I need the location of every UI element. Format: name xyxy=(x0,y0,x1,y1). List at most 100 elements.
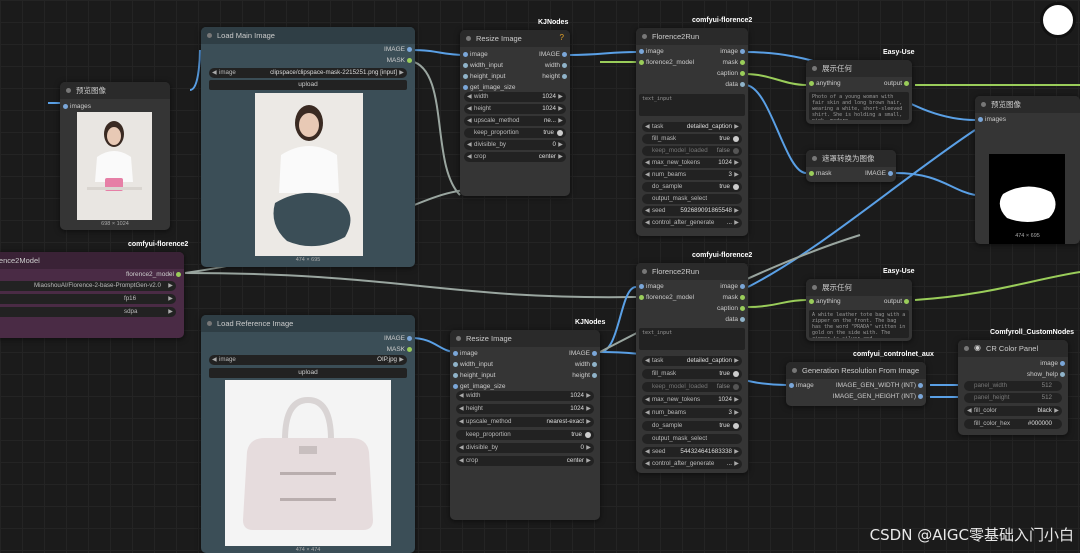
load-main-image-node[interactable]: Load Main Image IMAGE MASK ◀ image clips… xyxy=(201,27,415,267)
model-select[interactable]: ◀MiaoshouAI/Florence-2-base-PromptGen-v2… xyxy=(0,281,176,291)
do-sample-toggle[interactable]: do_sample true xyxy=(642,182,742,192)
width-input[interactable]: width_input xyxy=(463,60,503,71)
mask-output[interactable]: mask xyxy=(722,292,745,303)
caption-output[interactable]: caption xyxy=(717,303,745,314)
mask-output[interactable]: MASK xyxy=(387,55,413,66)
node-title[interactable]: 预览图像 xyxy=(975,96,1080,113)
florence2-run-node-1[interactable]: Florence2Run image florence2_model image… xyxy=(636,28,748,236)
num-beams-widget[interactable]: ◀ num_beams 3 ▶ xyxy=(642,170,742,180)
node-title[interactable]: Resize Image xyxy=(450,330,600,347)
upload-button[interactable]: upload xyxy=(209,80,407,90)
node-title[interactable]: Florence2Run xyxy=(636,263,748,280)
keep-model-loaded-toggle[interactable]: keep_model_loaded false xyxy=(642,146,742,156)
florence2-run-node-2[interactable]: Florence2Run image florence2_model image… xyxy=(636,263,748,473)
node-title[interactable]: Florence2Run xyxy=(636,28,748,45)
anything-input[interactable]: anything xyxy=(809,296,841,307)
help-icon[interactable]: ? xyxy=(560,33,564,42)
precision-select[interactable]: ◀fp16▶ xyxy=(0,294,176,304)
height-output[interactable]: height xyxy=(572,370,597,381)
height-widget[interactable]: ◀ height 1024 ▶ xyxy=(456,404,594,414)
show-anything-node-1[interactable]: 展示任何 anything output Photo of a young wo… xyxy=(806,60,912,124)
show-anything-node-2[interactable]: 展示任何 anything output A white leather tot… xyxy=(806,279,912,341)
data-output[interactable]: data xyxy=(725,79,745,90)
node-title[interactable]: Florence2Model xyxy=(0,252,184,269)
height-input[interactable]: height_input xyxy=(462,71,505,82)
image-input[interactable]: image xyxy=(453,348,478,359)
node-title[interactable]: 预览图像 xyxy=(60,82,170,99)
num-beams-widget[interactable]: ◀ num_beams 3 ▶ xyxy=(642,408,742,418)
image-output[interactable]: IMAGE xyxy=(384,333,412,344)
height-widget[interactable]: ◀ height 1024 ▶ xyxy=(464,104,566,114)
text-input-area[interactable]: text_input xyxy=(639,94,745,116)
seed-widget[interactable]: ◀ seed 592689091865548 ▶ xyxy=(642,206,742,216)
right-arrow-icon[interactable]: ▶ xyxy=(399,68,404,78)
task-widget[interactable]: ◀ task detailed_caption ▶ xyxy=(642,122,742,132)
task-widget[interactable]: ◀ task detailed_caption ▶ xyxy=(642,356,742,366)
crop-widget[interactable]: ◀ crop center ▶ xyxy=(456,456,594,466)
output-mask-select-widget[interactable]: output_mask_select xyxy=(642,194,742,204)
divisible-by-widget[interactable]: ◀ divisible_by 0 ▶ xyxy=(464,140,566,150)
fill-color-hex-widget[interactable]: fill_color_hex #000000 xyxy=(964,419,1062,429)
florence2-model-output[interactable]: florence2_model xyxy=(126,269,182,280)
mask-output[interactable]: MASK xyxy=(387,344,413,355)
load-reference-image-node[interactable]: Load Reference Image IMAGE MASK ◀ image OI… xyxy=(201,315,415,553)
width-input[interactable]: width_input xyxy=(453,359,493,370)
fill-color-select[interactable]: ◀ fill_color black ▶ xyxy=(964,406,1062,416)
caption-output[interactable]: caption xyxy=(717,68,745,79)
image-output[interactable]: IMAGE xyxy=(569,348,597,359)
max-new-tokens-widget[interactable]: ◀ max_new_tokens 1024 ▶ xyxy=(642,158,742,168)
mask-to-image-node[interactable]: 遮罩转换为图像 mask IMAGE xyxy=(806,150,896,182)
control-after-generate-widget[interactable]: ◀ control_after_generate... ▶ xyxy=(642,218,742,228)
keep-proportion-toggle[interactable]: keep_proportion true xyxy=(464,128,566,138)
upscale-method-widget[interactable]: ◀ upscale_method nearest-exact ▶ xyxy=(456,417,594,427)
node-title[interactable]: Resize Image xyxy=(460,30,570,47)
height-output[interactable]: height xyxy=(542,71,567,82)
image-output[interactable]: IMAGE xyxy=(865,168,893,179)
image-output[interactable]: image xyxy=(720,281,745,292)
florence2-model-input[interactable]: florence2_model xyxy=(638,57,694,68)
fill-mask-toggle[interactable]: fill_mask true xyxy=(642,369,742,379)
width-output[interactable]: width xyxy=(575,359,598,370)
keep-model-loaded-toggle[interactable]: keep_model_loaded false xyxy=(642,382,742,392)
panel-height-widget[interactable]: panel_height 512 xyxy=(964,393,1062,403)
width-widget[interactable]: ◀ width 1024 ▶ xyxy=(464,92,566,102)
width-widget[interactable]: ◀ width 1024 ▶ xyxy=(456,391,594,401)
node-title[interactable]: Load Main Image xyxy=(201,27,415,44)
height-input[interactable]: height_input xyxy=(452,370,495,381)
show-help-output[interactable]: show_help xyxy=(1027,369,1066,380)
control-after-generate-widget[interactable]: ◀ control_after_generate... ▶ xyxy=(642,459,742,469)
gen-height-output[interactable]: IMAGE_GEN_HEIGHT (INT) xyxy=(833,391,924,402)
florence2-model-node[interactable]: Florence2Model florence2_model ◀Miaoshou… xyxy=(0,252,184,338)
max-new-tokens-widget[interactable]: ◀ max_new_tokens 1024 ▶ xyxy=(642,395,742,405)
image-input[interactable]: image xyxy=(463,49,488,60)
image-input[interactable]: image xyxy=(639,281,664,292)
generation-resolution-node[interactable]: Generation Resolution From Image image I… xyxy=(786,362,926,406)
left-arrow-icon[interactable]: ◀ xyxy=(212,68,217,78)
resize-image-node-2[interactable]: Resize Image image width_input height_in… xyxy=(450,330,600,520)
upscale-method-widget[interactable]: ◀ upscale_method ne... ▶ xyxy=(464,116,566,126)
caption-text-area[interactable]: Photo of a young woman with fair skin an… xyxy=(809,92,909,120)
width-output[interactable]: width xyxy=(545,60,568,71)
preview-image-node-2[interactable]: 预览图像 images 474 × 695 xyxy=(975,96,1080,244)
gen-width-output[interactable]: IMAGE_GEN_WIDTH (INT) xyxy=(836,380,924,391)
node-title[interactable]: 展示任何 xyxy=(806,279,912,296)
do-sample-toggle[interactable]: do_sample true xyxy=(642,421,742,431)
node-title[interactable]: 展示任何 xyxy=(806,60,912,77)
image-output[interactable]: image xyxy=(1040,358,1065,369)
output-output[interactable]: output xyxy=(884,78,910,89)
seed-widget[interactable]: ◀ seed 544324641683338 ▶ xyxy=(642,447,742,457)
cr-color-panel-node[interactable]: CR Color Panel ◉ image show_help panel_w… xyxy=(958,340,1068,435)
image-output[interactable]: image xyxy=(720,46,745,57)
images-input[interactable]: images xyxy=(63,101,91,112)
image-select[interactable]: ◀ image OIP.jpg ▶ xyxy=(209,355,407,365)
divisible-by-widget[interactable]: ◀ divisible_by 0 ▶ xyxy=(456,443,594,453)
image-input[interactable]: image xyxy=(639,46,664,57)
node-title[interactable]: 遮罩转换为图像 xyxy=(806,150,896,167)
image-output[interactable]: IMAGE xyxy=(539,49,567,60)
upload-button[interactable]: upload xyxy=(209,368,407,378)
panel-width-widget[interactable]: panel_width 512 xyxy=(964,381,1062,391)
anything-input[interactable]: anything xyxy=(809,78,841,89)
keep-proportion-toggle[interactable]: keep_proportion true xyxy=(456,430,594,440)
image-output[interactable]: IMAGE xyxy=(384,44,412,55)
output-mask-select-widget[interactable]: output_mask_select xyxy=(642,434,742,444)
